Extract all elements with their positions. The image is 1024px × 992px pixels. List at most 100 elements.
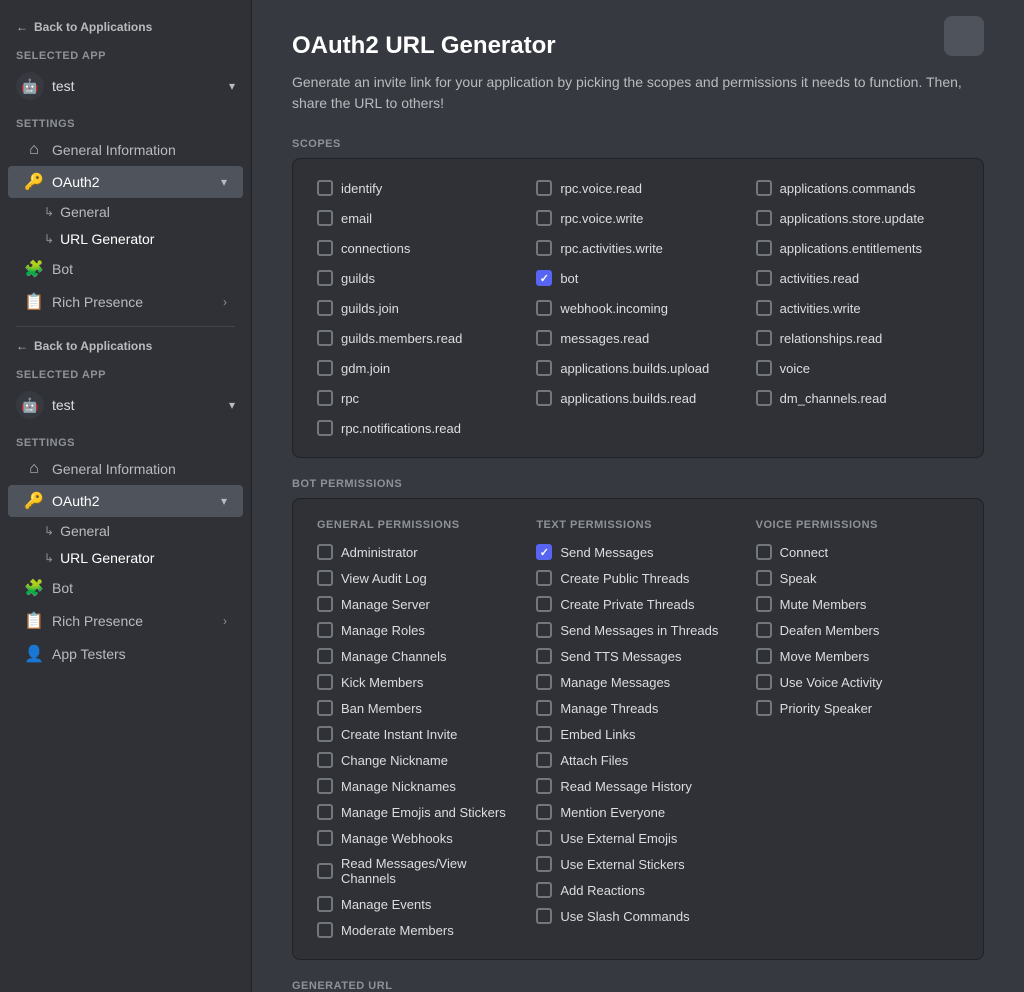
scope-checkbox-voice[interactable] (756, 360, 772, 376)
perm-item-attach-files[interactable]: Attach Files (528, 747, 747, 773)
perm-checkbox-manage-webhooks[interactable] (317, 830, 333, 846)
perm-item-add-reactions[interactable]: Add Reactions (528, 877, 747, 903)
scope-checkbox-guilds[interactable] (317, 270, 333, 286)
scope-checkbox-applications-builds-upload[interactable] (536, 360, 552, 376)
perm-checkbox-send-tts-messages[interactable] (536, 648, 552, 664)
scope-item-applications-commands[interactable]: applications.commands (748, 175, 967, 201)
scope-item-dm-channels-read[interactable]: dm_channels.read (748, 385, 967, 411)
scope-item-rpc-voice-write[interactable]: rpc.voice.write (528, 205, 747, 231)
scope-checkbox-guilds-join[interactable] (317, 300, 333, 316)
scope-item-applications-entitlements[interactable]: applications.entitlements (748, 235, 967, 261)
sidebar-item-rich-presence-2[interactable]: 📋 Rich Presence › (8, 605, 243, 637)
perm-checkbox-connect[interactable] (756, 544, 772, 560)
scope-item-guilds-members-read[interactable]: guilds.members.read (309, 325, 528, 351)
perm-item-send-tts-messages[interactable]: Send TTS Messages (528, 643, 747, 669)
perm-checkbox-kick-members[interactable] (317, 674, 333, 690)
scope-item-rpc-activities-write[interactable]: rpc.activities.write (528, 235, 747, 261)
scope-item-voice[interactable]: voice (748, 355, 967, 381)
scope-item-guilds-join[interactable]: guilds.join (309, 295, 528, 321)
perm-item-use-voice-activity[interactable]: Use Voice Activity (748, 669, 967, 695)
scope-item-messages-read[interactable]: messages.read (528, 325, 747, 351)
scope-checkbox-activities-read[interactable] (756, 270, 772, 286)
scope-checkbox-applications-commands[interactable] (756, 180, 772, 196)
sidebar-item-oauth2-2[interactable]: 🔑 OAuth2 ▾ (8, 485, 243, 517)
sidebar-item-oauth2-general-2[interactable]: ↳ General (8, 518, 243, 544)
scope-item-bot[interactable]: bot (528, 265, 747, 291)
sidebar-item-url-generator[interactable]: ↳ URL Generator (8, 226, 243, 252)
sidebar-item-rich-presence[interactable]: 📋 Rich Presence › (8, 286, 243, 318)
scope-item-activities-write[interactable]: activities.write (748, 295, 967, 321)
scope-checkbox-activities-write[interactable] (756, 300, 772, 316)
scope-item-applications-builds-upload[interactable]: applications.builds.upload (528, 355, 747, 381)
perm-item-manage-emojis[interactable]: Manage Emojis and Stickers (309, 799, 528, 825)
perm-checkbox-embed-links[interactable] (536, 726, 552, 742)
perm-item-manage-events[interactable]: Manage Events (309, 891, 528, 917)
sidebar-item-oauth2[interactable]: 🔑 OAuth2 ▾ (8, 166, 243, 198)
scope-checkbox-gdm-join[interactable] (317, 360, 333, 376)
perm-item-administrator[interactable]: Administrator (309, 539, 528, 565)
perm-checkbox-view-audit-log[interactable] (317, 570, 333, 586)
perm-item-deafen-members[interactable]: Deafen Members (748, 617, 967, 643)
perm-checkbox-read-message-history[interactable] (536, 778, 552, 794)
perm-checkbox-priority-speaker[interactable] (756, 700, 772, 716)
perm-item-change-nickname[interactable]: Change Nickname (309, 747, 528, 773)
perm-checkbox-send-messages[interactable] (536, 544, 552, 560)
perm-checkbox-create-private-threads[interactable] (536, 596, 552, 612)
perm-checkbox-moderate-members[interactable] (317, 922, 333, 938)
perm-item-create-private-threads[interactable]: Create Private Threads (528, 591, 747, 617)
perm-checkbox-create-public-threads[interactable] (536, 570, 552, 586)
perm-checkbox-add-reactions[interactable] (536, 882, 552, 898)
perm-checkbox-use-external-emojis[interactable] (536, 830, 552, 846)
perm-item-create-public-threads[interactable]: Create Public Threads (528, 565, 747, 591)
perm-item-read-messages[interactable]: Read Messages/View Channels (309, 851, 528, 891)
scope-checkbox-webhook-incoming[interactable] (536, 300, 552, 316)
perm-checkbox-manage-events[interactable] (317, 896, 333, 912)
perm-item-manage-messages[interactable]: Manage Messages (528, 669, 747, 695)
sidebar-item-app-testers[interactable]: 👤 App Testers (8, 638, 243, 670)
scope-checkbox-connections[interactable] (317, 240, 333, 256)
scope-checkbox-dm-channels-read[interactable] (756, 390, 772, 406)
selected-app-row-2[interactable]: 🤖 test ▾ (0, 385, 251, 425)
back-to-applications-link[interactable]: ← Back to Applications (0, 16, 251, 42)
perm-checkbox-manage-emojis[interactable] (317, 804, 333, 820)
perm-checkbox-manage-channels[interactable] (317, 648, 333, 664)
perm-item-create-instant-invite[interactable]: Create Instant Invite (309, 721, 528, 747)
perm-item-send-messages[interactable]: Send Messages (528, 539, 747, 565)
scope-item-webhook-incoming[interactable]: webhook.incoming (528, 295, 747, 321)
scope-checkbox-rpc-notifications-read[interactable] (317, 420, 333, 436)
sidebar-item-bot-2[interactable]: 🧩 Bot (8, 572, 243, 604)
scope-item-applications-store-update[interactable]: applications.store.update (748, 205, 967, 231)
perm-item-manage-nicknames[interactable]: Manage Nicknames (309, 773, 528, 799)
scope-item-rpc-voice-read[interactable]: rpc.voice.read (528, 175, 747, 201)
perm-item-read-message-history[interactable]: Read Message History (528, 773, 747, 799)
scope-item-relationships-read[interactable]: relationships.read (748, 325, 967, 351)
perm-checkbox-send-messages-in-threads[interactable] (536, 622, 552, 638)
perm-item-use-external-stickers[interactable]: Use External Stickers (528, 851, 747, 877)
scope-checkbox-rpc-activities-write[interactable] (536, 240, 552, 256)
scope-checkbox-applications-builds-read[interactable] (536, 390, 552, 406)
scope-checkbox-email[interactable] (317, 210, 333, 226)
perm-item-speak[interactable]: Speak (748, 565, 967, 591)
perm-item-use-slash-commands[interactable]: Use Slash Commands (528, 903, 747, 929)
perm-item-embed-links[interactable]: Embed Links (528, 721, 747, 747)
perm-item-mute-members[interactable]: Mute Members (748, 591, 967, 617)
back-to-applications-link-2[interactable]: ← Back to Applications (0, 335, 251, 361)
scope-item-identify[interactable]: identify (309, 175, 528, 201)
scope-checkbox-rpc[interactable] (317, 390, 333, 406)
perm-checkbox-change-nickname[interactable] (317, 752, 333, 768)
scope-checkbox-rpc-voice-read[interactable] (536, 180, 552, 196)
scope-checkbox-guilds-members-read[interactable] (317, 330, 333, 346)
perm-checkbox-manage-messages[interactable] (536, 674, 552, 690)
scope-item-rpc-notifications-read[interactable]: rpc.notifications.read (309, 415, 528, 441)
perm-item-kick-members[interactable]: Kick Members (309, 669, 528, 695)
perm-checkbox-manage-threads[interactable] (536, 700, 552, 716)
scope-checkbox-bot[interactable] (536, 270, 552, 286)
scope-item-connections[interactable]: connections (309, 235, 528, 261)
perm-item-moderate-members[interactable]: Moderate Members (309, 917, 528, 943)
perm-checkbox-deafen-members[interactable] (756, 622, 772, 638)
perm-checkbox-administrator[interactable] (317, 544, 333, 560)
scope-item-gdm-join[interactable]: gdm.join (309, 355, 528, 381)
perm-checkbox-use-voice-activity[interactable] (756, 674, 772, 690)
perm-item-manage-roles[interactable]: Manage Roles (309, 617, 528, 643)
perm-checkbox-speak[interactable] (756, 570, 772, 586)
